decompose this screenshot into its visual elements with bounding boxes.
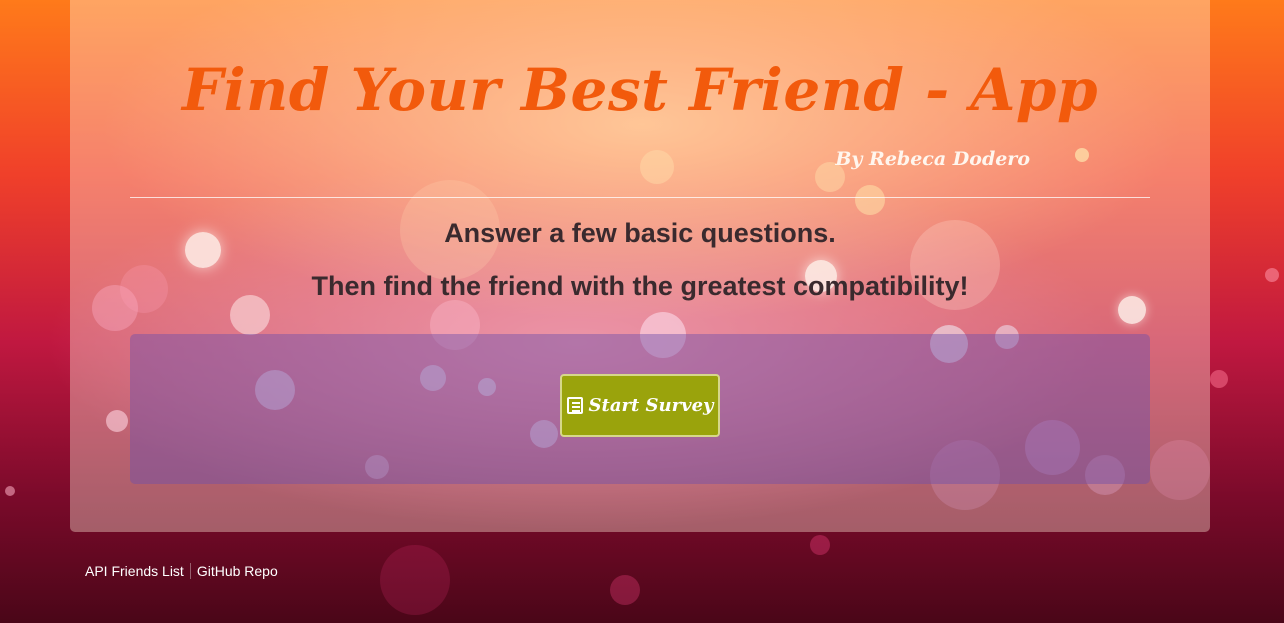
api-friends-list-link[interactable]: API Friends List xyxy=(85,563,184,579)
intro-line-2: Then find the friend with the greatest c… xyxy=(311,271,969,301)
footer-links: API Friends List GitHub Repo xyxy=(85,563,278,579)
footer-separator xyxy=(189,563,191,579)
start-survey-button[interactable]: Start Survey xyxy=(560,374,720,437)
github-repo-link[interactable]: GitHub Repo xyxy=(197,563,278,579)
start-survey-label: Start Survey xyxy=(588,395,714,416)
list-alt-icon xyxy=(566,397,583,414)
author-byline: By Rebeca Dodero xyxy=(835,148,1030,170)
jumbotron-panel: Find Your Best Friend - App By Rebeca Do… xyxy=(70,0,1210,532)
intro-line-1: Answer a few basic questions. xyxy=(444,218,836,248)
page-title: Find Your Best Friend - App xyxy=(181,56,1099,124)
divider xyxy=(130,197,1150,198)
survey-well: Start Survey xyxy=(130,334,1150,484)
